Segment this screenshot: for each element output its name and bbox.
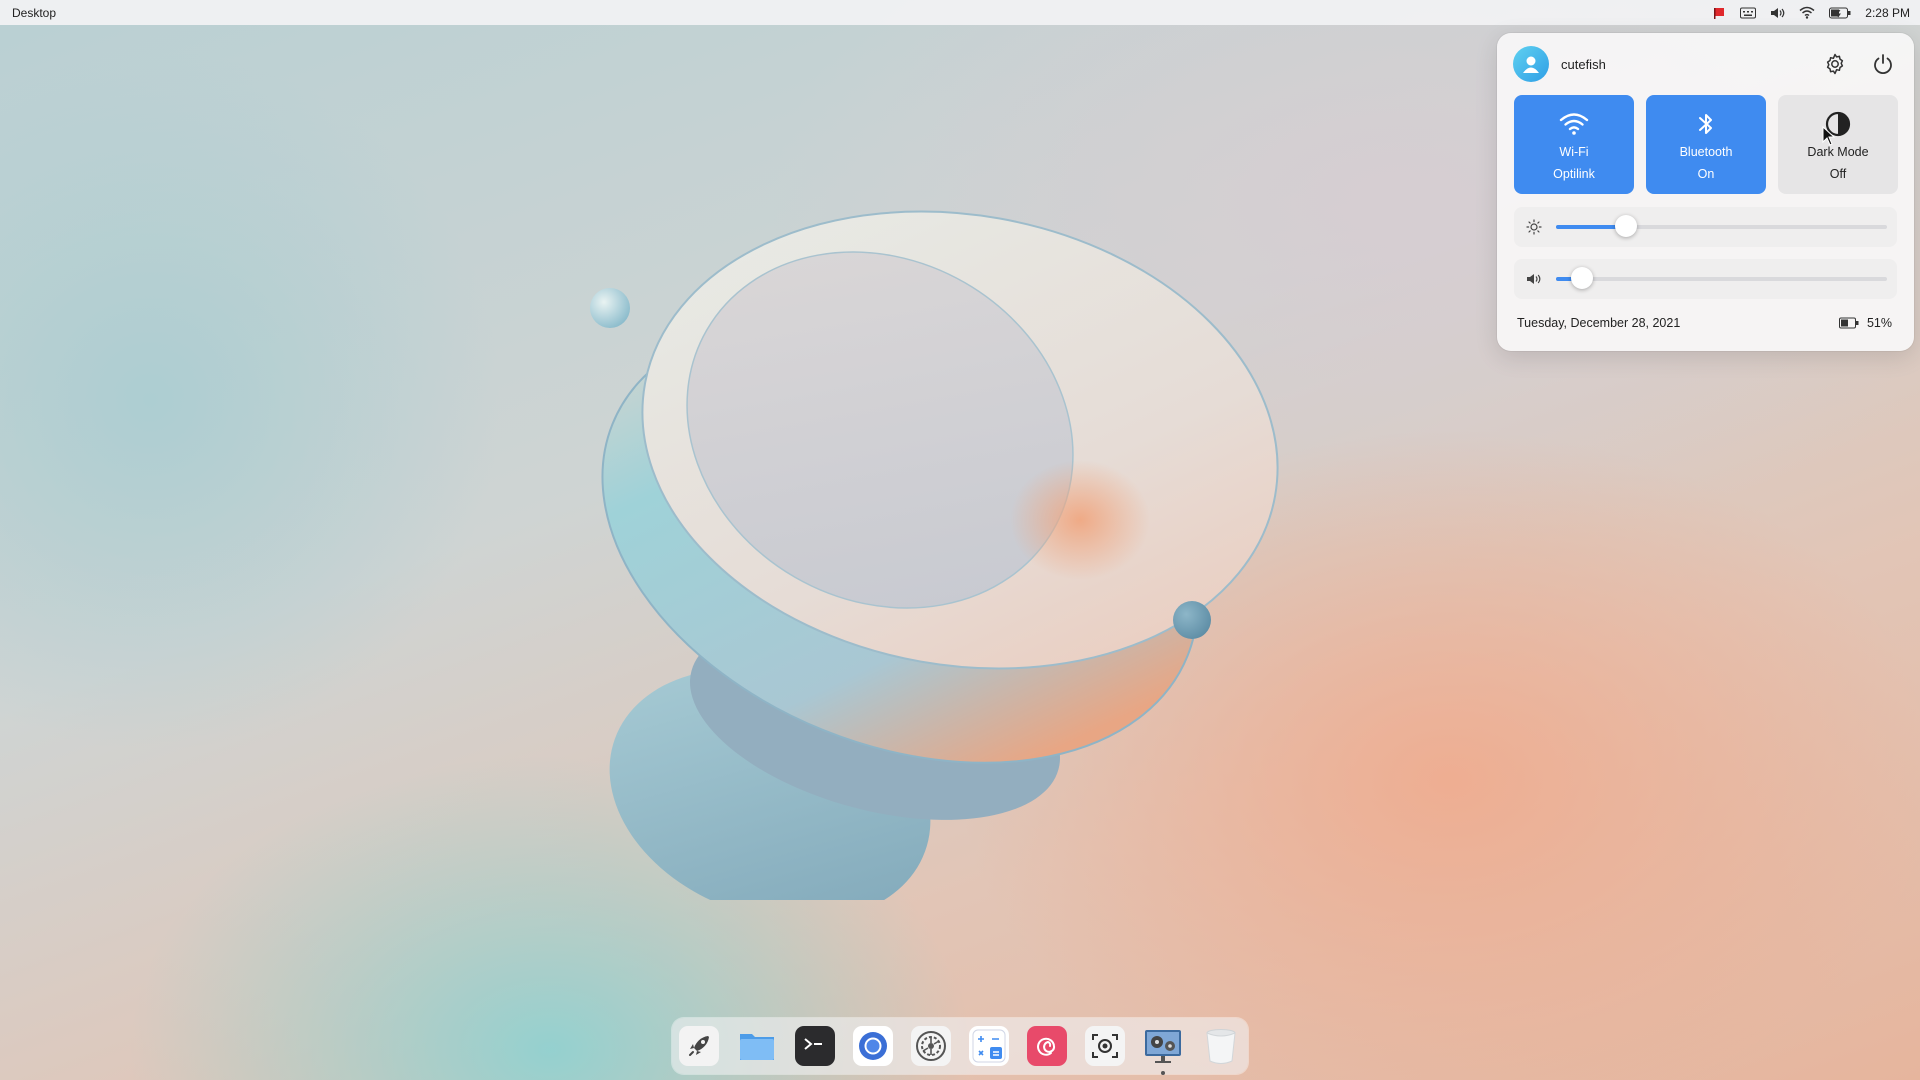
mouse-cursor-icon (1822, 126, 1836, 146)
volume-icon (1524, 272, 1544, 286)
volume-slider[interactable] (1556, 267, 1887, 289)
control-center-footer: Tuesday, December 28, 2021 51% (1517, 316, 1892, 330)
dock-browser[interactable] (853, 1026, 893, 1066)
settings-button[interactable] (1820, 49, 1850, 79)
power-button[interactable] (1868, 49, 1898, 79)
bluetooth-tile-status: On (1697, 167, 1715, 181)
trash-icon (1206, 1029, 1236, 1064)
dock-calculator[interactable] (969, 1026, 1009, 1066)
system-tool-icon (1145, 1030, 1181, 1063)
flag-icon[interactable] (1712, 6, 1726, 20)
battery-icon (1838, 317, 1859, 329)
power-icon (1874, 54, 1892, 75)
dark-mode-tile-status: Off (1829, 167, 1847, 181)
wallpaper-sculpture (590, 210, 1279, 900)
dock-system-tool[interactable] (1143, 1026, 1183, 1075)
launcher-icon (689, 1036, 709, 1056)
dock-file-manager[interactable] (737, 1026, 777, 1066)
dark-mode-tile[interactable]: Dark Mode Off (1778, 95, 1898, 194)
wifi-icon[interactable] (1799, 6, 1815, 19)
active-window-title: Desktop (12, 5, 57, 20)
wifi-tile[interactable]: Wi-Fi Optilink (1514, 95, 1634, 194)
volume-icon[interactable] (1770, 6, 1785, 20)
clock[interactable]: 2:28 PM (1865, 6, 1910, 20)
date-label: Tuesday, December 28, 2021 (1517, 316, 1681, 330)
dock-settings[interactable] (911, 1026, 951, 1066)
dock-terminal[interactable] (795, 1026, 835, 1066)
battery-icon[interactable] (1829, 7, 1851, 19)
dock-launcher[interactable] (679, 1026, 719, 1066)
debian-installer-icon (1037, 1037, 1056, 1056)
gear-icon (1826, 53, 1844, 75)
file-manager-icon (740, 1034, 774, 1060)
dock-debian-installer[interactable] (1027, 1026, 1067, 1066)
bluetooth-icon (1699, 114, 1712, 134)
volume-slider-handle[interactable] (1571, 267, 1594, 289)
dock-trash[interactable] (1201, 1026, 1241, 1066)
terminal-icon (804, 1038, 822, 1050)
settings-icon (916, 1031, 946, 1061)
dock (672, 1018, 1248, 1075)
browser-icon (859, 1032, 887, 1060)
dark-mode-tile-label: Dark Mode (1807, 145, 1869, 159)
avatar[interactable] (1513, 46, 1549, 82)
control-center-header: cutefish (1513, 46, 1898, 82)
user-icon (1523, 56, 1539, 73)
wifi-tile-status: Optilink (1553, 167, 1595, 181)
bluetooth-tile-label: Bluetooth (1679, 145, 1733, 159)
keyboard-icon[interactable] (1740, 7, 1757, 19)
battery-status: 51% (1838, 316, 1892, 330)
quick-toggle-tiles: Wi-Fi Optilink Bluetooth On Dark Mode Of… (1514, 95, 1898, 194)
calculator-icon (972, 1029, 1006, 1063)
wifi-tile-label: Wi-Fi (1559, 145, 1589, 159)
brightness-icon (1524, 219, 1544, 235)
top-bar: Desktop 2:28 PM (0, 0, 1920, 25)
wifi-icon (1559, 113, 1589, 135)
screenshot-icon (1092, 1034, 1118, 1058)
system-tray: 2:28 PM (1712, 6, 1910, 20)
bluetooth-tile[interactable]: Bluetooth On (1646, 95, 1766, 194)
battery-percentage: 51% (1866, 316, 1892, 330)
running-indicator (1161, 1071, 1165, 1075)
brightness-slider-handle[interactable] (1614, 215, 1637, 237)
username: cutefish (1561, 56, 1606, 72)
brightness-row (1514, 207, 1897, 247)
brightness-slider[interactable] (1556, 215, 1887, 237)
volume-row (1514, 259, 1897, 299)
control-center-panel: cutefish Wi-Fi Optilink Bluetooth On Dar… (1497, 33, 1914, 351)
dock-screenshot[interactable] (1085, 1026, 1125, 1066)
